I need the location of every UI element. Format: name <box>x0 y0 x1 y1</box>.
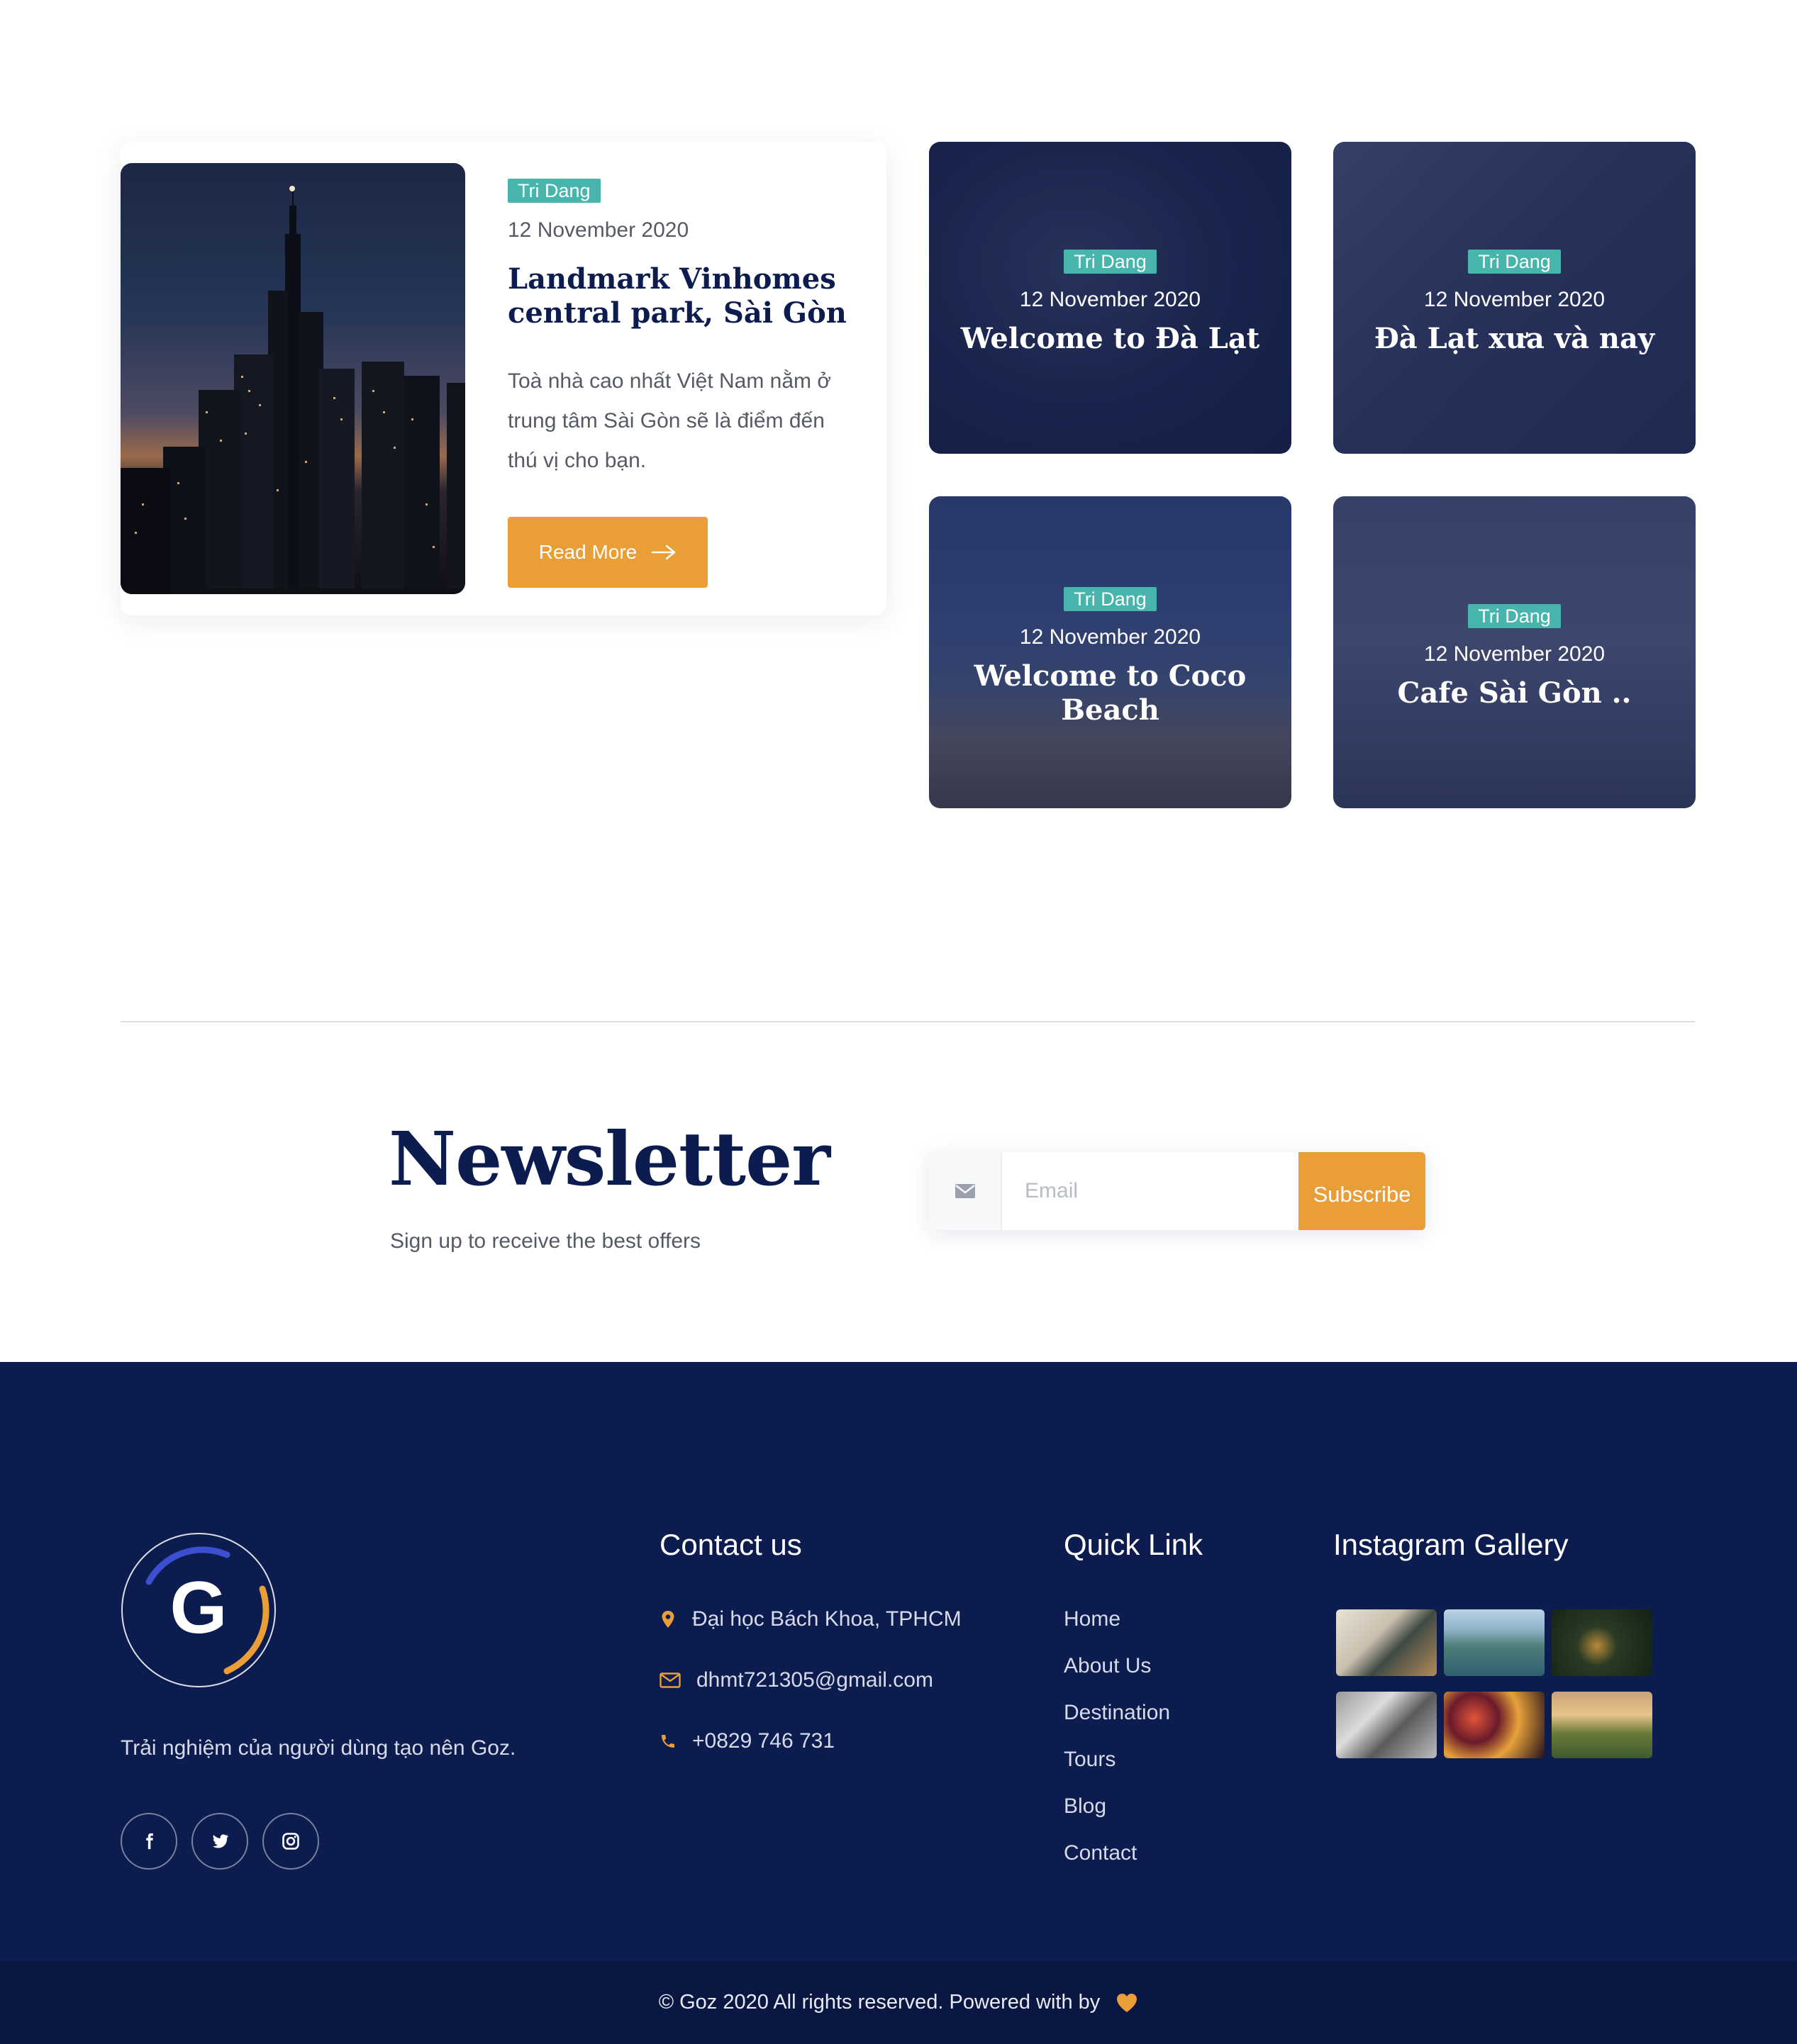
post-date: 12 November 2020 <box>508 218 689 242</box>
instagram-button[interactable] <box>262 1813 319 1870</box>
author-tag[interactable]: Tri Dang <box>508 179 601 203</box>
phone-icon <box>662 1735 674 1748</box>
envelope-icon <box>660 1672 681 1688</box>
newsletter-title: Newsletter <box>389 1115 830 1202</box>
email-input[interactable] <box>1002 1152 1299 1230</box>
instagram-photo[interactable] <box>1552 1692 1652 1758</box>
twitter-icon <box>212 1834 228 1848</box>
quick-link-title: Quick Link <box>1064 1528 1203 1561</box>
post-title[interactable]: Welcome to Đà Lạt <box>929 322 1291 356</box>
map-pin-icon <box>662 1611 674 1628</box>
newsletter-subtitle: Sign up to receive the best offers <box>390 1229 701 1253</box>
city-skyline-illustration <box>121 186 465 594</box>
author-tag[interactable]: Tri Dang <box>1468 250 1561 274</box>
address-text: Đại học Bách Khoa, TPHCM <box>692 1607 962 1631</box>
contact-title: Contact us <box>660 1528 802 1561</box>
logo-letter: G <box>170 1567 228 1649</box>
post-card[interactable]: Tri Dang 12 November 2020 Welcome to Đà … <box>929 142 1291 454</box>
instagram-photo[interactable] <box>1444 1609 1545 1676</box>
quick-link-destination[interactable]: Destination <box>1064 1701 1170 1725</box>
featured-post-image[interactable] <box>121 163 465 594</box>
instagram-photo[interactable] <box>1336 1609 1437 1676</box>
post-card[interactable]: Tri Dang 12 November 2020 Đà Lạt xưa và … <box>1333 142 1696 454</box>
facebook-button[interactable] <box>121 1813 177 1870</box>
copyright-bar: © Goz 2020 All rights reserved. Powered … <box>0 1961 1797 2044</box>
copyright-text: © Goz 2020 All rights reserved. Powered … <box>658 1991 1101 2014</box>
quick-link-about[interactable]: About Us <box>1064 1654 1151 1678</box>
contact-phone[interactable]: +0829 746 731 <box>660 1729 835 1753</box>
instagram-title: Instagram Gallery <box>1333 1528 1569 1561</box>
read-more-button[interactable]: Read More <box>508 517 708 588</box>
quick-link-contact[interactable]: Contact <box>1064 1841 1137 1865</box>
section-divider <box>121 1021 1695 1022</box>
post-title[interactable]: Cafe Sài Gòn .. <box>1333 676 1696 710</box>
footer-description: Trải nghiệm của người dùng tạo nên Goz. <box>121 1736 516 1760</box>
post-date: 12 November 2020 <box>1423 288 1606 311</box>
quick-link-tours[interactable]: Tours <box>1064 1748 1116 1772</box>
goz-logo[interactable]: G <box>121 1532 277 1688</box>
facebook-icon <box>146 1833 153 1850</box>
phone-text: +0829 746 731 <box>692 1729 835 1753</box>
subscribe-button[interactable]: Subscribe <box>1298 1152 1425 1230</box>
twitter-button[interactable] <box>191 1813 248 1870</box>
author-tag[interactable]: Tri Dang <box>1064 587 1157 611</box>
instagram-photo[interactable] <box>1444 1692 1545 1758</box>
post-date: 12 November 2020 <box>1019 625 1201 649</box>
instagram-photo[interactable] <box>1552 1609 1652 1676</box>
author-tag[interactable]: Tri Dang <box>1468 604 1561 628</box>
instagram-photo[interactable] <box>1336 1692 1437 1758</box>
post-card[interactable]: Tri Dang 12 November 2020 Cafe Sài Gòn .… <box>1333 496 1696 808</box>
post-card[interactable]: Tri Dang 12 November 2020 Welcome to Coc… <box>929 496 1291 808</box>
post-date: 12 November 2020 <box>1423 642 1606 666</box>
newsletter-form: Subscribe <box>929 1152 1425 1230</box>
email-text: dhmt721305@gmail.com <box>696 1668 933 1692</box>
featured-post-card: Tri Dang 12 November 2020 Landmark Vinho… <box>121 142 886 615</box>
envelope-icon <box>929 1152 1003 1230</box>
post-date: 12 November 2020 <box>1019 288 1201 311</box>
post-title[interactable]: Welcome to Coco Beach <box>929 659 1291 727</box>
arrow-right-icon <box>651 544 676 560</box>
instagram-icon <box>282 1833 299 1850</box>
footer: G Trải nghiệm của người dùng tạo nên Goz… <box>0 1362 1797 1961</box>
quick-link-home[interactable]: Home <box>1064 1607 1120 1631</box>
post-title[interactable]: Đà Lạt xưa và nay <box>1333 322 1696 356</box>
author-tag[interactable]: Tri Dang <box>1064 250 1157 274</box>
post-excerpt: Toà nhà cao nhất Việt Nam nằm ở trung tâ… <box>508 369 832 472</box>
contact-email[interactable]: dhmt721305@gmail.com <box>660 1668 933 1692</box>
read-more-label: Read More <box>538 541 638 563</box>
post-title[interactable]: Landmark Vinhomes central park, Sài Gòn <box>508 262 848 330</box>
heart-icon <box>1117 1993 1137 2012</box>
contact-address: Đại học Bách Khoa, TPHCM <box>660 1607 962 1631</box>
quick-link-blog[interactable]: Blog <box>1064 1794 1106 1819</box>
